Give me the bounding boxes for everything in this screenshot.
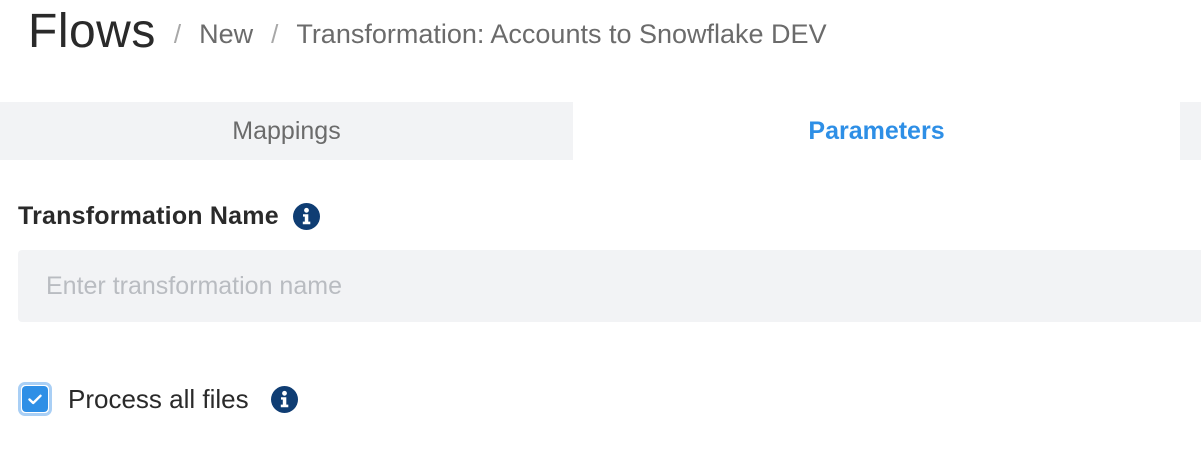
- info-circle-icon[interactable]: [292, 203, 320, 230]
- breadcrumb-separator: /: [173, 18, 182, 49]
- breadcrumb-item-new[interactable]: New: [199, 19, 253, 50]
- process-all-files-checkbox[interactable]: [18, 382, 52, 416]
- page: Flows / New / Transformation: Accounts t…: [0, 0, 1201, 452]
- breadcrumb: Flows / New / Transformation: Accounts t…: [28, 0, 827, 62]
- tab-parameters[interactable]: Parameters: [573, 102, 1180, 160]
- tab-bar: Mappings Parameters: [0, 102, 1201, 160]
- breadcrumb-root-flows[interactable]: Flows: [28, 4, 156, 59]
- checkmark-icon: [28, 394, 42, 404]
- tab-mappings[interactable]: Mappings: [0, 102, 573, 160]
- info-circle-icon[interactable]: [270, 385, 298, 413]
- process-all-files-label[interactable]: Process all files: [68, 384, 249, 415]
- breadcrumb-item-current: Transformation: Accounts to Snowflake DE…: [296, 18, 827, 49]
- transformation-name-label: Transformation Name: [18, 202, 279, 230]
- breadcrumb-separator: /: [271, 18, 279, 49]
- transformation-name-input[interactable]: [18, 250, 1201, 322]
- transformation-name-label-row: Transformation Name: [18, 202, 320, 231]
- process-all-files-row: Process all files: [18, 378, 298, 420]
- tab-next-partial[interactable]: [1180, 102, 1201, 160]
- checkbox-checked-fill: [22, 386, 48, 412]
